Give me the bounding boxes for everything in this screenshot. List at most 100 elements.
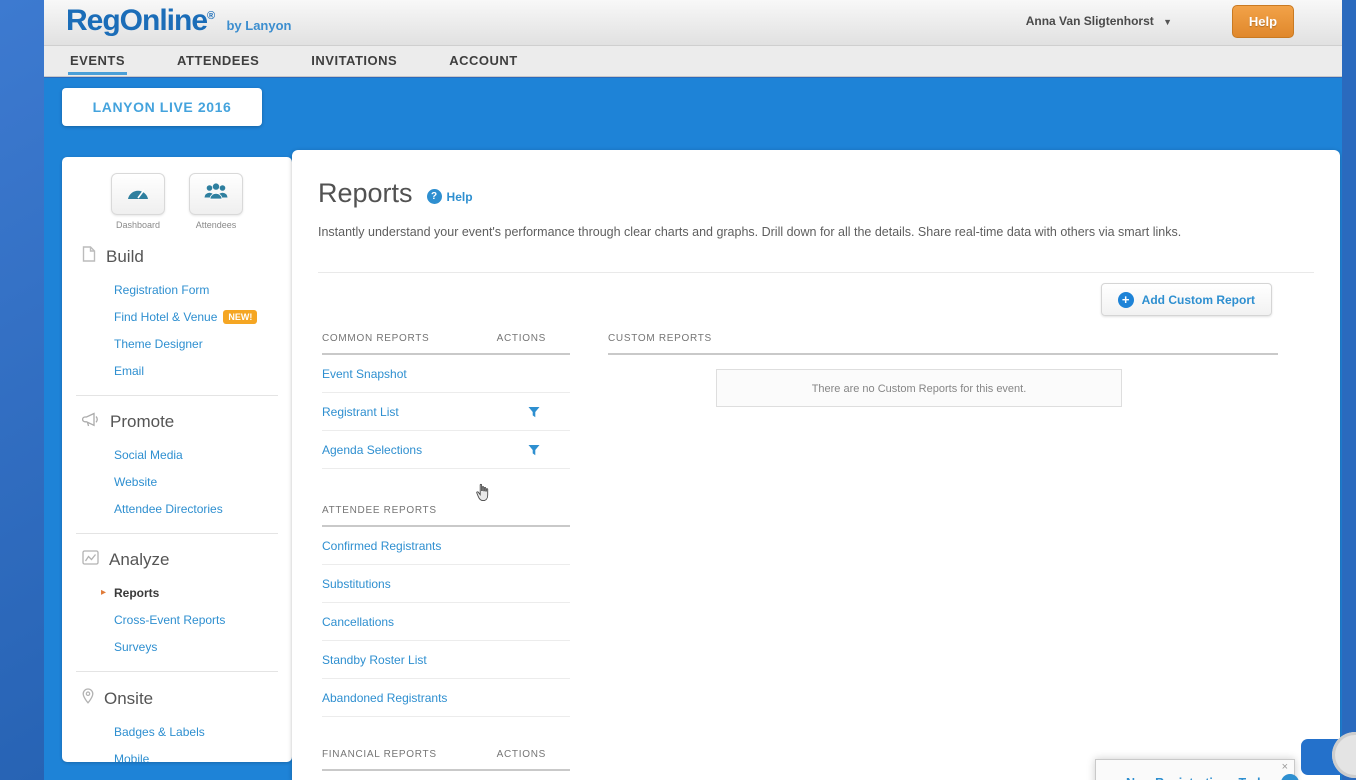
theme-designer-link[interactable]: Theme Designer <box>114 337 203 351</box>
sidebar-link-mobile[interactable]: Mobile <box>114 752 292 762</box>
sidebar-link-attendee-directories[interactable]: Attendee Directories <box>114 502 292 516</box>
report-link-confirmed-registrants[interactable]: Confirmed Registrants <box>322 539 441 553</box>
nav-tab-account[interactable]: ACCOUNT <box>447 47 520 75</box>
add-custom-report-button[interactable]: + Add Custom Report <box>1101 283 1272 316</box>
attendee-reports-title: ATTENDEE REPORTS <box>322 505 437 516</box>
user-account-menu[interactable]: Anna Van Sligtenhorst ▼ <box>1026 14 1172 28</box>
table-row: Substitutions <box>322 565 570 603</box>
new-badge: NEW! <box>223 310 257 324</box>
page-description: Instantly understand your event's perfor… <box>318 220 1340 244</box>
section-title-analyze: Analyze <box>109 550 169 570</box>
section-title-build: Build <box>106 247 144 267</box>
section-title-onsite: Onsite <box>104 689 153 709</box>
report-link-event-snapshot[interactable]: Event Snapshot <box>322 367 407 381</box>
section-title-promote: Promote <box>110 412 174 432</box>
nav-tab-events[interactable]: EVENTS <box>68 47 127 75</box>
sidebar-link-registration-form[interactable]: Registration Form <box>114 283 292 297</box>
sidebar-link-find-hotel-venue[interactable]: Find Hotel & Venue NEW! <box>114 310 292 324</box>
table-row: Agenda Selections <box>322 431 570 469</box>
sidebar-divider <box>76 671 278 672</box>
table-row: Cancellations <box>322 603 570 641</box>
app-window: RegOnline® by Lanyon Anna Van Sligtenhor… <box>44 0 1342 780</box>
surveys-link[interactable]: Surveys <box>114 640 157 654</box>
custom-reports-column: CUSTOM REPORTS There are no Custom Repor… <box>608 333 1278 407</box>
chevron-down-icon: ▼ <box>1163 17 1172 27</box>
new-registrations-link[interactable]: New Registrations Today <box>1126 774 1294 780</box>
sidebar-divider <box>76 395 278 396</box>
sidebar-quick-links: Dashboard Attendees <box>62 173 292 230</box>
sidebar-link-badges-labels[interactable]: Badges & Labels <box>114 725 292 739</box>
filter-icon[interactable] <box>528 444 540 456</box>
social-media-link[interactable]: Social Media <box>114 448 183 462</box>
custom-reports-title: CUSTOM REPORTS <box>608 333 712 344</box>
sidebar-section-onsite: Onsite Badges & Labels Mobile <box>62 688 292 762</box>
gauge-icon <box>125 183 151 206</box>
common-reports-title: COMMON REPORTS <box>322 333 429 344</box>
question-circle-icon: ? <box>427 189 442 204</box>
mobile-link[interactable]: Mobile <box>114 752 149 762</box>
attendees-label: Attendees <box>187 220 245 230</box>
new-registrations-label: New Registrations Today <box>1126 776 1274 780</box>
sidebar-link-email[interactable]: Email <box>114 364 292 378</box>
sidebar-link-reports[interactable]: Reports <box>114 586 292 600</box>
sidebar-link-social-media[interactable]: Social Media <box>114 448 292 462</box>
help-button[interactable]: Help <box>1232 5 1294 38</box>
sidebar-item-attendees[interactable]: Attendees <box>187 173 245 230</box>
report-link-registrant-list[interactable]: Registrant List <box>322 405 399 419</box>
sidebar-link-cross-event-reports[interactable]: Cross-Event Reports <box>114 613 292 627</box>
sidebar-section-build: Build Registration Form Find Hotel & Ven… <box>62 246 292 378</box>
new-registrations-popup[interactable]: × New Registrations Today <box>1095 759 1295 780</box>
report-link-cancellations[interactable]: Cancellations <box>322 615 394 629</box>
financial-reports-header: FINANCIAL REPORTS ACTIONS <box>322 749 570 771</box>
actions-column-header: ACTIONS <box>497 749 570 760</box>
header-divider <box>318 272 1314 273</box>
help-link-label: Help <box>447 190 473 204</box>
page-title: Reports <box>318 178 413 209</box>
cross-event-reports-link[interactable]: Cross-Event Reports <box>114 613 225 627</box>
regonline-logo[interactable]: RegOnline® by Lanyon <box>66 4 291 38</box>
nav-tab-invitations[interactable]: INVITATIONS <box>309 47 399 75</box>
report-link-standby-roster-list[interactable]: Standby Roster List <box>322 653 427 667</box>
report-link-substitutions[interactable]: Substitutions <box>322 577 391 591</box>
frame-edge-left <box>0 0 44 780</box>
top-header: RegOnline® by Lanyon Anna Van Sligtenhor… <box>44 0 1342 46</box>
document-icon <box>82 246 96 267</box>
website-link[interactable]: Website <box>114 475 157 489</box>
table-row: Abandoned Registrants <box>322 679 570 717</box>
filter-icon[interactable] <box>528 406 540 418</box>
email-link[interactable]: Email <box>114 364 144 378</box>
sidebar-link-surveys[interactable]: Surveys <box>114 640 292 654</box>
table-row: Event Snapshot <box>322 355 570 393</box>
standard-reports-column: COMMON REPORTS ACTIONS Event Snapshot Re… <box>322 333 570 780</box>
registration-form-link[interactable]: Registration Form <box>114 283 209 297</box>
event-sidebar: Dashboard Attendees <box>62 157 292 762</box>
event-name-tab[interactable]: LANYON LIVE 2016 <box>62 88 262 126</box>
custom-reports-header: CUSTOM REPORTS <box>608 333 1278 355</box>
common-reports-header: COMMON REPORTS ACTIONS <box>322 333 570 355</box>
sidebar-item-dashboard[interactable]: Dashboard <box>109 173 167 230</box>
sidebar-link-theme-designer[interactable]: Theme Designer <box>114 337 292 351</box>
reports-panel: Reports ? Help Instantly understand your… <box>292 150 1340 780</box>
nav-tab-attendees[interactable]: ATTENDEES <box>175 47 261 75</box>
primary-nav: EVENTS ATTENDEES INVITATIONS ACCOUNT <box>44 46 1342 77</box>
report-link-agenda-selections[interactable]: Agenda Selections <box>322 443 422 457</box>
sidebar-link-website[interactable]: Website <box>114 475 292 489</box>
badges-labels-link[interactable]: Badges & Labels <box>114 725 205 739</box>
table-row: Financials <box>322 771 570 780</box>
pin-icon <box>82 688 94 709</box>
attendee-directories-link[interactable]: Attendee Directories <box>114 502 223 516</box>
people-icon <box>203 182 229 207</box>
reports-link[interactable]: Reports <box>114 586 159 600</box>
dashboard-button <box>111 173 165 215</box>
actions-column-header: ACTIONS <box>497 333 570 344</box>
find-hotel-venue-link[interactable]: Find Hotel & Venue <box>114 310 217 324</box>
custom-reports-empty-message: There are no Custom Reports for this eve… <box>716 369 1122 407</box>
attendees-button <box>189 173 243 215</box>
attendee-reports-header: ATTENDEE REPORTS <box>322 505 570 527</box>
report-link-abandoned-registrants[interactable]: Abandoned Registrants <box>322 691 447 705</box>
registered-mark: ® <box>207 10 215 22</box>
add-custom-report-label: Add Custom Report <box>1142 293 1255 307</box>
close-icon[interactable]: × <box>1282 761 1288 773</box>
reports-help-link[interactable]: ? Help <box>427 189 473 204</box>
table-row: Registrant List <box>322 393 570 431</box>
